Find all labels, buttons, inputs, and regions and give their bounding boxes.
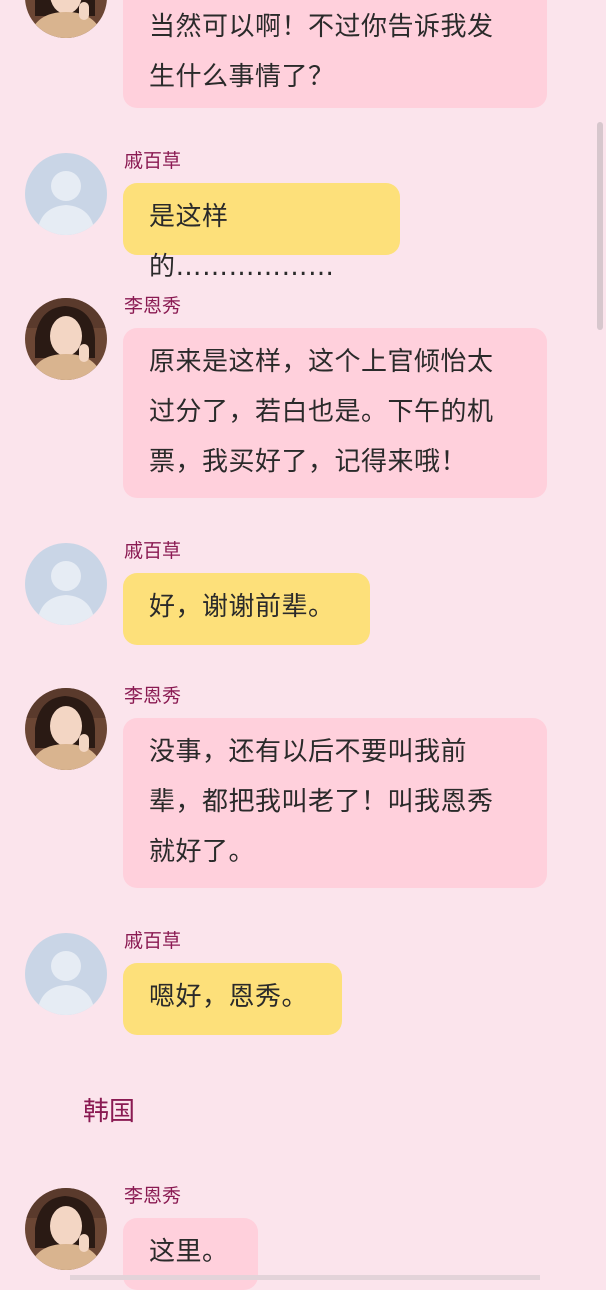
- avatar-li-enxiu[interactable]: [25, 298, 107, 380]
- default-person-icon: [25, 543, 107, 625]
- chat-thread: 当然可以啊！不过你告诉我发 生什么事情了？ 戚百草 是这样的……………… 李恩秀…: [0, 0, 606, 1290]
- message-bubble[interactable]: 当然可以啊！不过你告诉我发 生什么事情了？: [123, 0, 547, 108]
- message-bubble[interactable]: 原来是这样，这个上官倾怡太 过分了，若白也是。下午的机 票，我买好了，记得来哦！: [123, 328, 547, 498]
- message-bubble[interactable]: 是这样的………………: [123, 183, 400, 282]
- avatar-li-enxiu[interactable]: [25, 1188, 107, 1270]
- woman-portrait-icon: [25, 0, 107, 38]
- default-person-icon: [25, 933, 107, 1015]
- woman-portrait-icon: [25, 1188, 107, 1270]
- avatar-qi-baicao[interactable]: [25, 153, 107, 235]
- avatar-qi-baicao[interactable]: [25, 933, 107, 1015]
- sender-name: 李恩秀: [124, 1185, 182, 1207]
- sender-name: 戚百草: [124, 930, 182, 952]
- woman-portrait-icon: [25, 298, 107, 380]
- woman-portrait-icon: [25, 688, 107, 770]
- avatar-li-enxiu[interactable]: [25, 0, 107, 38]
- scene-narration: 韩国: [83, 1097, 136, 1127]
- sender-name: 戚百草: [124, 540, 182, 562]
- scrollbar[interactable]: [597, 122, 603, 330]
- message-bubble[interactable]: 没事，还有以后不要叫我前 辈，都把我叫老了！叫我恩秀 就好了。: [123, 718, 547, 888]
- sender-name: 李恩秀: [124, 295, 182, 317]
- sender-name: 李恩秀: [124, 685, 182, 707]
- sender-name: 戚百草: [124, 150, 182, 172]
- message-bubble[interactable]: 嗯好，恩秀。: [123, 963, 342, 1035]
- default-person-icon: [25, 153, 107, 235]
- avatar-qi-baicao[interactable]: [25, 543, 107, 625]
- bottom-toolbar-edge: [70, 1275, 540, 1280]
- avatar-li-enxiu[interactable]: [25, 688, 107, 770]
- message-bubble[interactable]: 好，谢谢前辈。: [123, 573, 370, 645]
